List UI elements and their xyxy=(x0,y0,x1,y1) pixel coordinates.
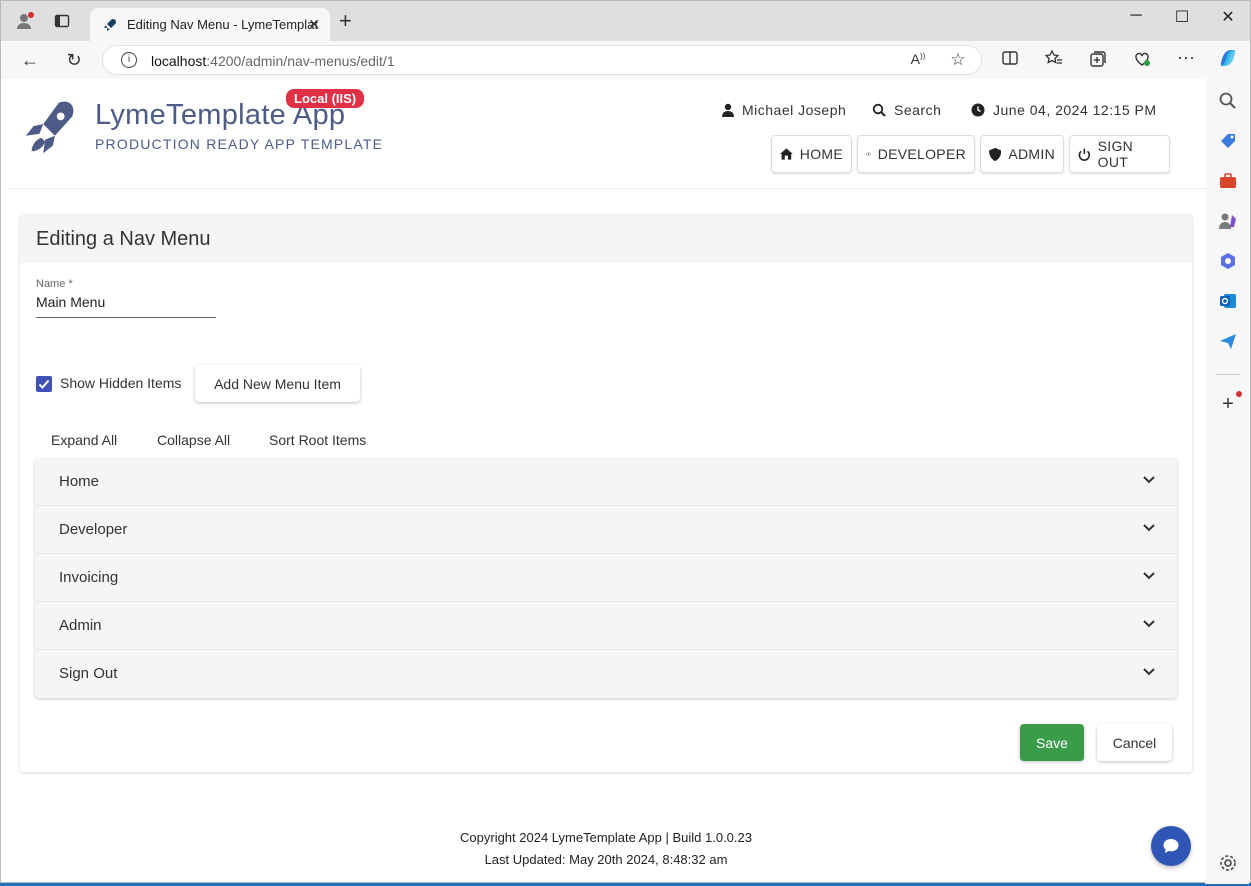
nav-developer-label: DEVELOPER xyxy=(877,146,966,162)
home-icon xyxy=(780,148,793,160)
minimize-icon[interactable]: ─ xyxy=(1121,7,1151,25)
more-options-icon[interactable]: ··· xyxy=(1175,47,1197,68)
chat-bubble-icon xyxy=(1163,839,1179,853)
edge-sidebar: + xyxy=(1205,79,1249,884)
menu-item-label: Sign Out xyxy=(59,665,118,682)
chevron-down-icon[interactable] xyxy=(1143,524,1155,532)
settings-gear-icon[interactable] xyxy=(1218,853,1238,873)
favorite-star-icon[interactable]: ☆ xyxy=(947,50,969,70)
chat-button[interactable] xyxy=(1151,826,1191,866)
menu-item-row[interactable]: Invoicing xyxy=(35,554,1177,602)
chevron-down-icon[interactable] xyxy=(1143,572,1155,580)
favorites-icon[interactable] xyxy=(1043,49,1065,71)
app-header: LymeTemplate App Local (IIS) PRODUCTION … xyxy=(6,79,1206,189)
sidebar-divider xyxy=(1216,374,1240,375)
menu-item-label: Developer xyxy=(59,521,128,538)
show-hidden-label[interactable]: Show Hidden Items xyxy=(60,375,181,391)
save-button[interactable]: Save xyxy=(1020,724,1084,761)
app-subtitle: PRODUCTION READY APP TEMPLATE xyxy=(95,136,384,152)
collections-icon[interactable] xyxy=(1087,50,1109,73)
search-icon[interactable] xyxy=(1218,91,1238,111)
site-info-icon[interactable]: i xyxy=(121,52,137,68)
nav-developer-button[interactable]: DEVELOPER xyxy=(857,135,975,173)
browser-essentials-icon[interactable] xyxy=(1131,50,1153,73)
search-link[interactable]: Search xyxy=(872,102,941,118)
footer-last-updated: Last Updated: May 20th 2024, 8:48:32 am xyxy=(484,852,728,867)
outlook-icon[interactable] xyxy=(1218,291,1238,311)
name-field-label: Name * xyxy=(36,278,73,290)
refresh-icon[interactable]: ↻ xyxy=(63,50,85,70)
browser-window: Editing Nav Menu - LymeTemplat ✕ + ─ ☐ ✕… xyxy=(0,0,1251,884)
menu-item-row[interactable]: Sign Out xyxy=(35,650,1177,698)
add-menu-item-button[interactable]: Add New Menu Item xyxy=(195,365,360,402)
tools-icon[interactable] xyxy=(1218,171,1238,191)
profile-icon[interactable] xyxy=(13,9,37,33)
tab-title: Editing Nav Menu - LymeTemplat xyxy=(127,17,318,32)
microsoft-365-icon[interactable] xyxy=(1218,251,1238,271)
name-field[interactable]: Main Menu xyxy=(36,294,216,318)
cancel-button[interactable]: Cancel xyxy=(1097,724,1172,761)
nav-home-button[interactable]: HOME xyxy=(771,135,852,173)
nav-signout-label: SIGN OUT xyxy=(1097,138,1134,170)
checkmark-icon xyxy=(38,379,50,389)
url-box[interactable]: i localhost:4200/admin/nav-menus/edit/1 … xyxy=(102,45,982,75)
user-info[interactable]: Michael Joseph xyxy=(722,102,846,118)
show-hidden-checkbox[interactable] xyxy=(36,376,52,392)
sort-root-items-button[interactable]: Sort Root Items xyxy=(269,432,366,448)
environment-badge: Local (IIS) xyxy=(286,89,365,108)
shopping-tag-icon[interactable] xyxy=(1218,131,1238,151)
browser-tab[interactable]: Editing Nav Menu - LymeTemplat ✕ xyxy=(90,8,330,41)
close-tab-icon[interactable]: ✕ xyxy=(308,16,320,33)
datetime-text: June 04, 2024 12:15 PM xyxy=(993,102,1157,118)
maximize-icon[interactable]: ☐ xyxy=(1167,7,1197,27)
tab-actions-icon[interactable] xyxy=(50,9,74,33)
card-header: Editing a Nav Menu xyxy=(20,214,1192,263)
menu-item-row[interactable]: Developer xyxy=(35,506,1177,554)
back-icon[interactable]: ← xyxy=(19,50,41,70)
nav-admin-label: ADMIN xyxy=(1008,146,1055,162)
user-name: Michael Joseph xyxy=(742,102,847,118)
nav-home-label: HOME xyxy=(799,146,843,162)
read-aloud-icon[interactable]: A)) xyxy=(907,51,929,67)
footer-copyright: Copyright 2024 LymeTemplate App | Build … xyxy=(460,830,752,845)
split-screen-icon[interactable] xyxy=(999,50,1021,71)
url-text[interactable]: localhost:4200/admin/nav-menus/edit/1 xyxy=(151,53,395,69)
menu-item-label: Invoicing xyxy=(59,569,119,586)
user-icon xyxy=(722,103,734,117)
menu-item-label: Admin xyxy=(59,617,102,634)
shield-icon xyxy=(989,147,1002,161)
menu-item-label: Home xyxy=(59,473,100,490)
send-icon[interactable] xyxy=(1218,331,1238,351)
edit-nav-menu-card: Editing a Nav Menu Name * Main Menu Show… xyxy=(20,214,1192,772)
copilot-icon[interactable] xyxy=(1217,47,1239,74)
nav-admin-button[interactable]: ADMIN xyxy=(980,135,1064,173)
menu-item-row[interactable]: Home xyxy=(35,458,1177,506)
new-tab-icon[interactable]: + xyxy=(339,10,352,32)
menu-item-row[interactable]: Admin xyxy=(35,602,1177,650)
games-icon[interactable] xyxy=(1218,211,1238,231)
rocket-logo-icon xyxy=(25,101,74,154)
rocket-favicon-icon xyxy=(104,18,116,31)
power-icon xyxy=(1078,148,1090,161)
menu-items-accordion: Home Developer Invoicing Admin Sign Out xyxy=(35,458,1177,698)
datetime-display: June 04, 2024 12:15 PM xyxy=(971,102,1157,118)
clock-icon xyxy=(971,103,985,117)
close-window-icon[interactable]: ✕ xyxy=(1213,7,1243,27)
add-sidebar-app-icon[interactable]: + xyxy=(1218,391,1242,415)
title-bar: Editing Nav Menu - LymeTemplat ✕ + ─ ☐ ✕ xyxy=(1,1,1250,41)
nav-signout-button[interactable]: SIGN OUT xyxy=(1069,135,1170,173)
page: LymeTemplate App Local (IIS) PRODUCTION … xyxy=(6,79,1206,879)
collapse-all-button[interactable]: Collapse All xyxy=(157,432,230,448)
chevron-down-icon[interactable] xyxy=(1143,620,1155,628)
expand-all-button[interactable]: Expand All xyxy=(51,432,117,448)
search-label: Search xyxy=(894,102,942,118)
page-title: Editing a Nav Menu xyxy=(36,228,211,250)
chevron-down-icon[interactable] xyxy=(1143,668,1155,676)
code-icon xyxy=(866,152,871,156)
chevron-down-icon[interactable] xyxy=(1143,476,1155,484)
search-icon xyxy=(872,103,886,117)
address-bar: ← ↻ i localhost:4200/admin/nav-menus/edi… xyxy=(1,41,1250,79)
